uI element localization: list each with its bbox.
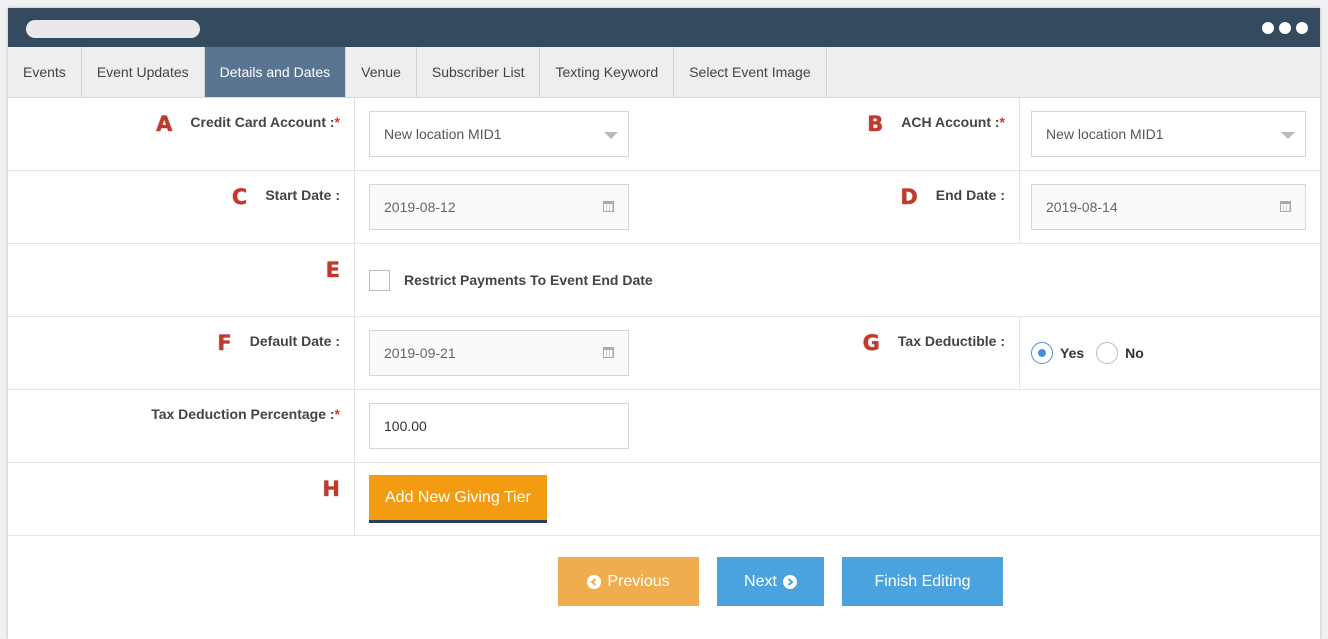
tab-details-and-dates[interactable]: Details and Dates <box>204 47 347 97</box>
required-mark: * <box>334 406 340 422</box>
marker-h: H <box>322 477 340 501</box>
tax-pct-label-cell: Tax Deduction Percentage : * <box>8 390 355 462</box>
app-window: Events Event Updates Details and Dates V… <box>8 8 1320 639</box>
add-giving-tier-button[interactable]: Add New Giving Tier <box>369 475 547 523</box>
next-button[interactable]: Next <box>717 557 824 606</box>
form-row-tax-pct: Tax Deduction Percentage : * 100.00 <box>8 390 1320 463</box>
ach-label-cell: B ACH Account : * <box>814 98 1020 170</box>
arrow-right-circle-icon <box>782 574 797 589</box>
default-date-input[interactable]: 2019-09-21 <box>369 330 629 376</box>
previous-label: Previous <box>607 572 670 590</box>
finish-editing-button[interactable]: Finish Editing <box>842 557 1003 606</box>
giving-tier-cell: Add New Giving Tier <box>355 463 814 535</box>
form-row-accounts: A Credit Card Account : * New location MI… <box>8 98 1320 171</box>
tab-events[interactable]: Events <box>8 47 82 97</box>
wizard-footer: Previous Next Finish Editing <box>558 557 1003 606</box>
dot-icon <box>1279 22 1291 34</box>
tax-deductible-cell: Yes No <box>1020 317 1320 389</box>
end-date-input[interactable]: 2019-08-14 <box>1031 184 1306 230</box>
end-date-label-cell: D End Date : <box>814 171 1020 243</box>
tab-event-updates[interactable]: Event Updates <box>82 47 205 97</box>
giving-tier-label-cell: H <box>8 463 355 535</box>
tax-deductible-label: Tax Deductible : <box>897 333 1005 349</box>
window-menu-dots[interactable] <box>1262 22 1308 34</box>
calendar-icon <box>603 201 614 212</box>
tax-pct-label: Tax Deduction Percentage : <box>151 406 335 422</box>
marker-b: B <box>867 112 884 136</box>
required-mark: * <box>999 114 1005 130</box>
tab-bar: Events Event Updates Details and Dates V… <box>8 47 1320 98</box>
ach-label: ACH Account : <box>901 114 1000 130</box>
required-mark: * <box>334 114 340 130</box>
form-row-giving-tier: H Add New Giving Tier <box>8 463 1320 536</box>
credit-card-cell: New location MID1 <box>355 98 814 170</box>
title-bar <box>8 8 1320 47</box>
credit-card-label-cell: A Credit Card Account : * <box>8 98 355 170</box>
default-date-label: Default Date : <box>249 333 340 349</box>
tax-pct-value: 100.00 <box>384 418 427 434</box>
marker-f: F <box>217 331 232 355</box>
default-date-cell: 2019-09-21 <box>355 317 814 389</box>
calendar-icon <box>1280 201 1291 212</box>
form-row-default-tax: F Default Date : 2019-09-21 G Tax Deduct… <box>8 317 1320 390</box>
marker-g: G <box>862 331 880 355</box>
tax-deductible-radio-group: Yes No <box>1031 342 1156 364</box>
credit-card-select[interactable]: New location MID1 <box>369 111 629 157</box>
tab-select-event-image[interactable]: Select Event Image <box>674 47 827 97</box>
restrict-checkbox[interactable] <box>369 269 390 291</box>
start-date-label: Start Date : <box>265 187 340 203</box>
radio-yes[interactable] <box>1031 342 1053 364</box>
tab-subscriber-list[interactable]: Subscriber List <box>417 47 541 97</box>
credit-card-label: Credit Card Account : <box>190 114 335 130</box>
caret-down-icon <box>604 132 618 139</box>
restrict-label-cell: E <box>8 244 355 316</box>
form-row-dates: C Start Date : 2019-08-12 D End Date : 2… <box>8 171 1320 244</box>
calendar-icon <box>603 347 614 358</box>
arrow-left-circle-icon <box>587 574 602 589</box>
ach-value: New location MID1 <box>1046 126 1164 142</box>
tax-yes-label: Yes <box>1060 345 1085 361</box>
start-date-input[interactable]: 2019-08-12 <box>369 184 629 230</box>
default-date-value: 2019-09-21 <box>384 345 456 361</box>
address-bar <box>26 20 200 38</box>
marker-d: D <box>900 185 918 209</box>
ach-cell: New location MID1 <box>1020 98 1320 170</box>
marker-c: C <box>231 185 248 209</box>
form-row-restrict: E Restrict Payments To Event End Date <box>8 244 1320 317</box>
tax-pct-cell: 100.00 <box>355 390 814 462</box>
previous-button[interactable]: Previous <box>558 557 699 606</box>
tax-pct-input[interactable]: 100.00 <box>369 403 629 449</box>
start-date-value: 2019-08-12 <box>384 199 456 215</box>
end-date-label: End Date : <box>935 187 1005 203</box>
start-date-cell: 2019-08-12 <box>355 171 814 243</box>
restrict-label: Restrict Payments To Event End Date <box>404 272 653 288</box>
tax-deductible-label-cell: G Tax Deductible : <box>814 317 1020 389</box>
restrict-cell: Restrict Payments To Event End Date <box>355 244 653 316</box>
credit-card-value: New location MID1 <box>384 126 502 142</box>
dot-icon <box>1296 22 1308 34</box>
tax-yes-option[interactable]: Yes <box>1031 342 1084 364</box>
tab-texting-keyword[interactable]: Texting Keyword <box>540 47 675 97</box>
marker-a: A <box>156 112 173 136</box>
tax-no-option[interactable]: No <box>1096 342 1144 364</box>
dot-icon <box>1262 22 1274 34</box>
radio-no[interactable] <box>1096 342 1119 364</box>
start-date-label-cell: C Start Date : <box>8 171 355 243</box>
end-date-value: 2019-08-14 <box>1046 199 1118 215</box>
marker-e: E <box>325 258 340 282</box>
default-date-label-cell: F Default Date : <box>8 317 355 389</box>
ach-select[interactable]: New location MID1 <box>1031 111 1306 157</box>
caret-down-icon <box>1281 132 1295 139</box>
end-date-cell: 2019-08-14 <box>1020 171 1320 243</box>
tab-venue[interactable]: Venue <box>346 47 417 97</box>
tax-no-label: No <box>1125 345 1144 361</box>
next-label: Next <box>744 572 777 590</box>
